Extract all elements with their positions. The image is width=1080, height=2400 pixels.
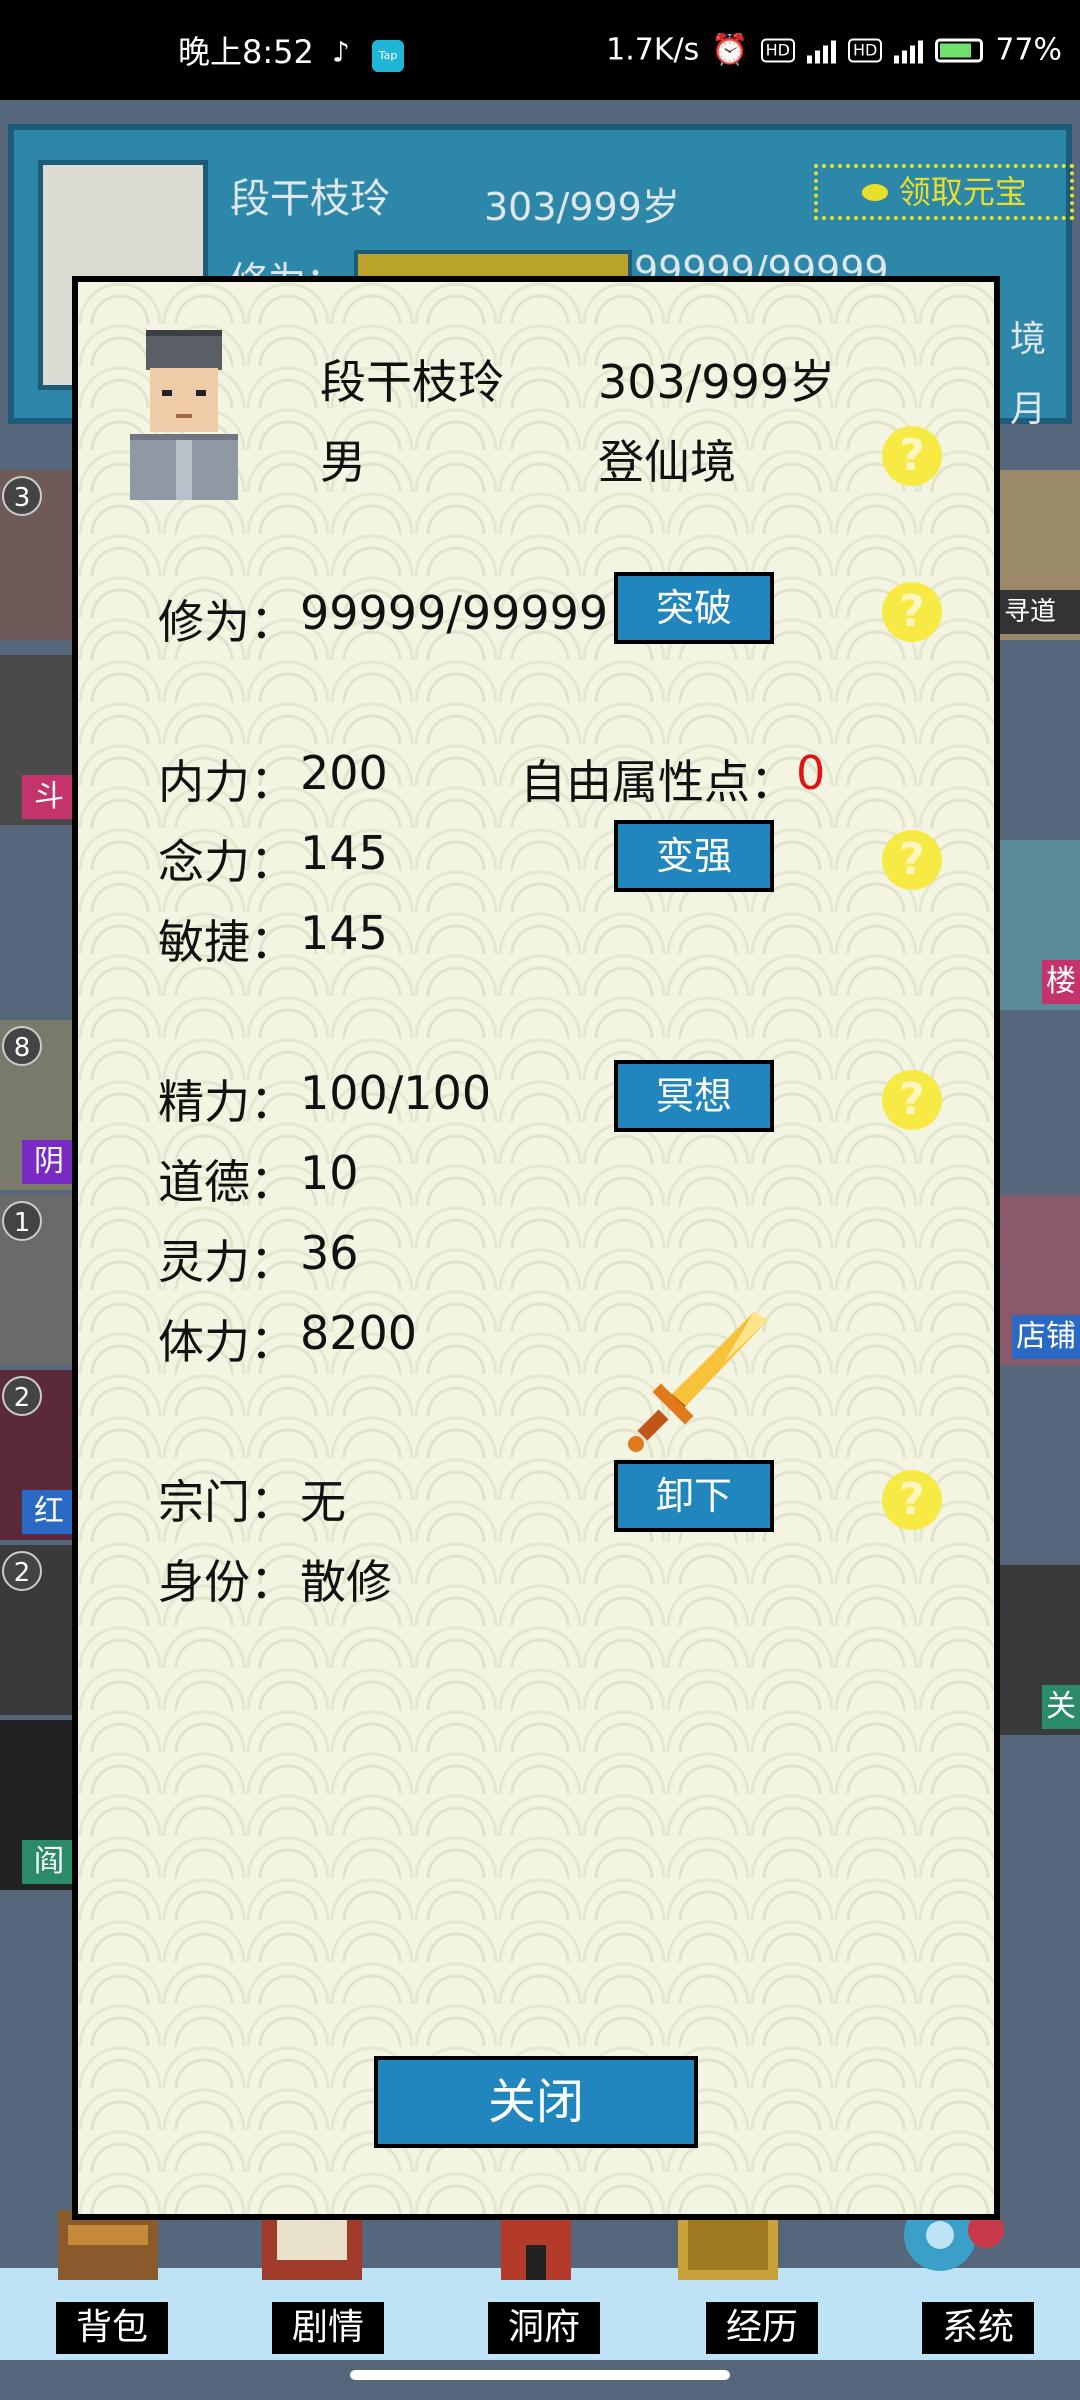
shenfen-label: 身份： <box>158 1555 296 1609</box>
ingot-icon: ⬬ <box>861 173 899 211</box>
breakthrough-button[interactable]: 突破 <box>614 572 774 644</box>
right-tile-3[interactable]: 店铺 <box>1000 1195 1080 1365</box>
signal-icon-2 <box>894 37 924 63</box>
nav-history-button[interactable]: 经历 <box>706 2302 818 2354</box>
help-icon-energy[interactable]: ? <box>882 1070 942 1130</box>
tili-label: 体力： <box>158 1315 296 1369</box>
jingli-value: 100/100 <box>300 1066 492 1120</box>
character-info-dialog: 段干枝玲 303/999岁 男 登仙境 ? 修为： 99999/99999 突破… <box>72 276 1000 2220</box>
tiktok-icon: ♪ <box>332 35 350 69</box>
unequip-button[interactable]: 卸下 <box>614 1460 774 1532</box>
header-month-fragment: 月 <box>1010 389 1047 430</box>
tile-label: 阎 <box>22 1840 72 1884</box>
nav-backpack-button[interactable]: 背包 <box>56 2302 168 2354</box>
left-tile-4[interactable]: 1 <box>0 1195 72 1365</box>
taptap-icon: Tap <box>372 40 404 72</box>
left-tile-3[interactable]: 8阴 <box>0 1020 72 1190</box>
status-right-group: 1.7K/s ⏰ HD HD 77% <box>606 33 1062 68</box>
character-gender: 男 <box>320 435 366 489</box>
tile-label: 楼 <box>1042 960 1080 1004</box>
character-age: 303/999岁 <box>598 355 836 409</box>
left-tile-1[interactable]: 3 <box>0 470 72 640</box>
close-button[interactable]: 关闭 <box>374 2056 698 2148</box>
meditate-button[interactable]: 冥想 <box>614 1060 774 1132</box>
tili-value: 8200 <box>300 1306 418 1360</box>
tile-number: 8 <box>2 1026 42 1066</box>
alarm-icon: ⏰ <box>711 32 749 68</box>
tile-label: 阴 <box>22 1140 72 1184</box>
nav-system-button[interactable]: 系统 <box>922 2302 1034 2354</box>
zongmen-value: 无 <box>300 1475 346 1529</box>
status-bar: 晚上8:52 ♪ Tap 1.7K/s ⏰ HD HD 77% <box>0 0 1080 100</box>
net-speed: 1.7K/s <box>606 32 700 68</box>
left-tile-5[interactable]: 2红 <box>0 1370 72 1540</box>
signal-icon <box>806 37 836 63</box>
strengthen-button[interactable]: 变强 <box>614 820 774 892</box>
right-tile-2[interactable]: 楼 <box>1000 840 1080 1010</box>
lingli-value: 36 <box>300 1226 359 1280</box>
shenfen-value: 散修 <box>300 1555 392 1609</box>
help-icon-attributes[interactable]: ? <box>882 830 942 890</box>
header-realm-fragment: 境 <box>1010 319 1047 360</box>
jingli-label: 精力： <box>158 1075 296 1129</box>
help-icon-xiuwei[interactable]: ? <box>882 582 942 642</box>
minjie-label: 敏捷： <box>158 915 296 969</box>
hd-badge: HD <box>760 38 795 62</box>
gesture-bar[interactable] <box>350 2370 730 2380</box>
minjie-value: 145 <box>300 906 388 960</box>
tile-label: 红 <box>22 1490 72 1534</box>
right-tile-4[interactable]: 关 <box>1000 1565 1080 1735</box>
tile-number: 2 <box>2 1376 42 1416</box>
free-points-value: 0 <box>796 746 826 800</box>
lingli-label: 灵力： <box>158 1235 296 1289</box>
free-points-label: 自由属性点： <box>520 755 796 809</box>
neili-label: 内力： <box>158 755 296 809</box>
character-avatar <box>122 330 246 500</box>
left-tile-6[interactable]: 2 <box>0 1545 72 1715</box>
battery-icon <box>935 38 984 62</box>
nianli-value: 145 <box>300 826 388 880</box>
status-time: 晚上8:52 <box>178 33 314 71</box>
tile-number: 3 <box>2 476 42 516</box>
xiuwei-label: 修为： <box>158 595 296 649</box>
left-tile-7[interactable]: 阎 <box>0 1720 72 1890</box>
nav-cave-button[interactable]: 洞府 <box>488 2302 600 2354</box>
tile-label: 斗 <box>22 775 72 819</box>
left-tile-2[interactable]: 斗 <box>0 655 72 825</box>
daode-label: 道德： <box>158 1155 296 1209</box>
tile-label: 寻道境 <box>1000 590 1080 634</box>
claim-yuanbao-button[interactable]: ⬬ 领取元宝 <box>814 164 1074 220</box>
right-tile-1[interactable]: 寻道境 <box>1000 470 1080 640</box>
xiuwei-value: 99999/99999 <box>300 586 609 640</box>
header-name: 段干枝玲 <box>230 176 390 222</box>
tile-number: 1 <box>2 1201 42 1241</box>
character-name: 段干枝玲 <box>320 355 504 409</box>
neili-value: 200 <box>300 746 388 800</box>
zongmen-label: 宗门： <box>158 1475 296 1529</box>
tile-label: 店铺 <box>1012 1315 1080 1359</box>
hd-badge-2: HD <box>847 38 883 62</box>
sword-icon[interactable] <box>624 1306 774 1456</box>
help-icon-realm[interactable]: ? <box>882 426 942 486</box>
tile-label: 关 <box>1042 1685 1080 1729</box>
daode-value: 10 <box>300 1146 359 1200</box>
character-realm: 登仙境 <box>598 435 736 489</box>
header-age: 303/999岁 <box>484 185 680 229</box>
nav-story-button[interactable]: 剧情 <box>272 2302 384 2354</box>
tile-number: 2 <box>2 1551 42 1591</box>
help-icon-equipment[interactable]: ? <box>882 1470 942 1530</box>
claim-label: 领取元宝 <box>898 173 1027 211</box>
nianli-label: 念力： <box>158 835 296 889</box>
battery-level: 77% <box>995 32 1062 68</box>
